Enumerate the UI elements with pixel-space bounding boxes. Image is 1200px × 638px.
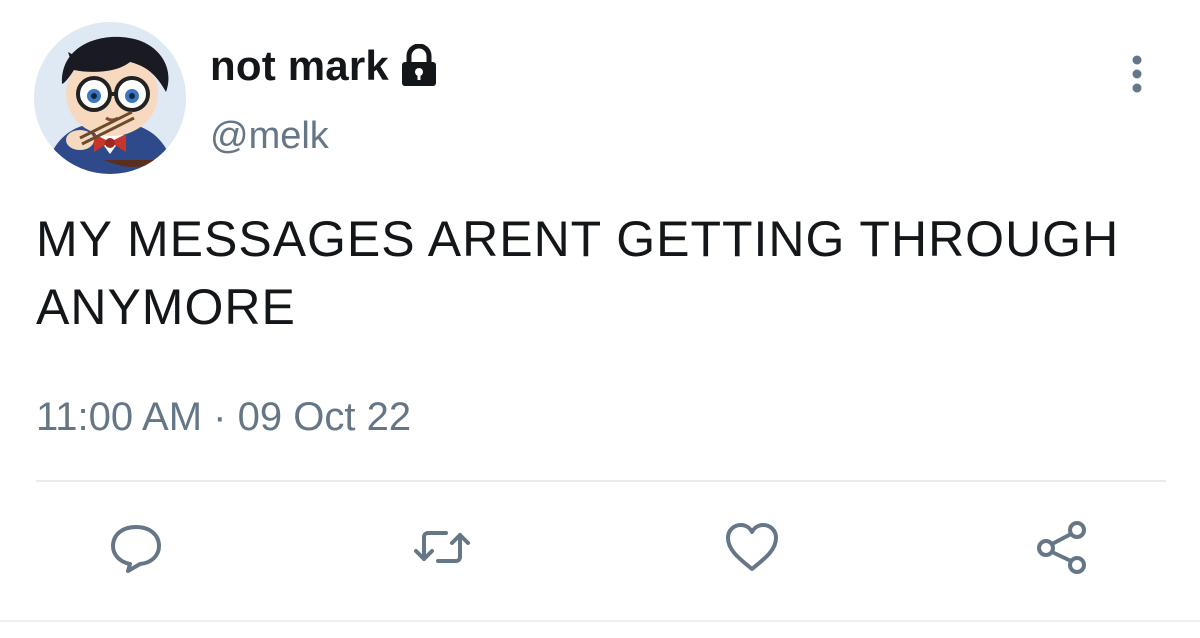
like-button[interactable]	[720, 515, 784, 579]
tweet-card: not mark @melk MY MESSAGES ARENT GETTING…	[0, 0, 1200, 638]
tweet-date[interactable]: 09 Oct 22	[238, 395, 411, 439]
share-icon	[1033, 518, 1091, 576]
retweet-button[interactable]	[410, 515, 474, 579]
display-name-row: not mark	[210, 38, 439, 94]
avatar-image	[34, 22, 186, 174]
tweet-text: MY MESSAGES ARENT GETTING THROUGH ANYMOR…	[36, 211, 1120, 335]
meta-separator: ·	[213, 395, 227, 439]
retweet-icon	[410, 519, 474, 575]
tweet-meta: 11:00 AM · 09 Oct 22	[36, 395, 411, 440]
avatar[interactable]	[34, 22, 186, 174]
divider	[36, 480, 1166, 482]
reply-icon	[108, 519, 164, 575]
heart-icon	[723, 519, 781, 575]
more-vertical-icon[interactable]	[1122, 52, 1152, 96]
action-bar	[0, 515, 1200, 585]
display-name[interactable]: not mark	[210, 42, 389, 90]
reply-button[interactable]	[104, 515, 168, 579]
tweet-time[interactable]: 11:00 AM	[36, 395, 202, 439]
share-button[interactable]	[1030, 515, 1094, 579]
lock-icon	[399, 43, 439, 88]
bottom-border	[0, 620, 1200, 622]
user-handle[interactable]: @melk	[210, 115, 329, 158]
